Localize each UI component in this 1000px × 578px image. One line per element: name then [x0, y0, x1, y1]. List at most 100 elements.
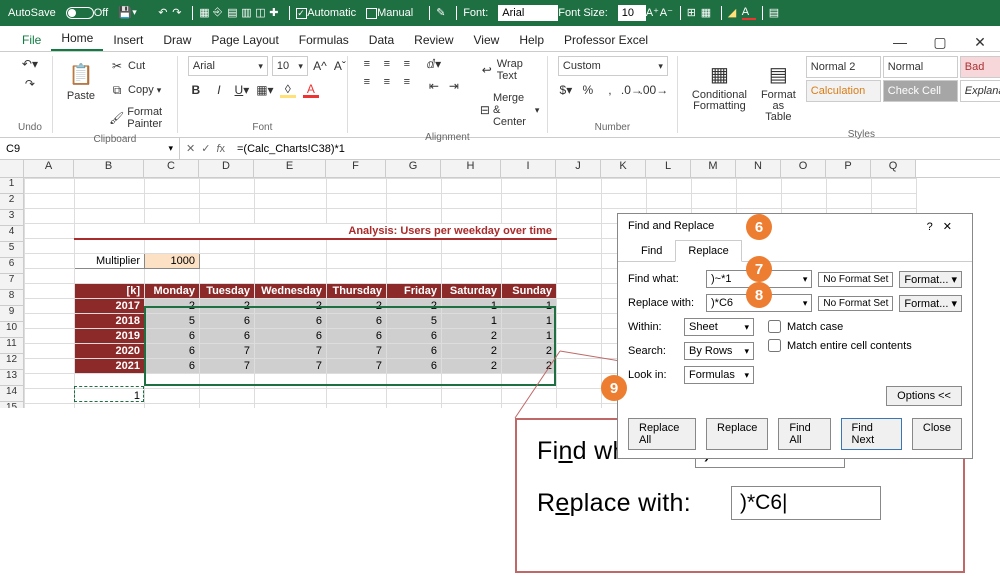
year-cell[interactable]: 2020 — [75, 344, 145, 359]
col-header-D[interactable]: D — [199, 160, 254, 177]
col-header-I[interactable]: I — [501, 160, 556, 177]
fill-color-icon[interactable]: ◢ — [728, 6, 742, 20]
data-cell[interactable]: 1 — [442, 299, 502, 314]
col-header-L[interactable]: L — [646, 160, 691, 177]
data-cell[interactable]: 2 — [442, 329, 502, 344]
stray-cell[interactable]: 1 — [75, 389, 145, 404]
col-header-M[interactable]: M — [691, 160, 736, 177]
search-select[interactable]: By Rows▾ — [684, 342, 754, 360]
match-case-checkbox[interactable] — [768, 320, 781, 333]
year-cell[interactable]: 2018 — [75, 314, 145, 329]
within-select[interactable]: Sheet▾ — [684, 318, 754, 336]
data-cell[interactable]: 5 — [387, 314, 442, 329]
mon-header[interactable]: Monday — [145, 284, 200, 299]
qa-dropdown[interactable] — [132, 6, 146, 20]
dialog-close-icon[interactable]: ✕ — [943, 221, 962, 233]
col-header-N[interactable]: N — [736, 160, 781, 177]
align-center-icon[interactable]: ≡ — [378, 74, 396, 90]
data-cell[interactable]: 6 — [200, 314, 255, 329]
menu-data[interactable]: Data — [359, 29, 404, 51]
data-cell[interactable]: 2 — [327, 299, 387, 314]
row-header-2[interactable]: 2 — [0, 194, 24, 210]
data-cell[interactable]: 6 — [327, 314, 387, 329]
data-cell[interactable]: 6 — [145, 359, 200, 374]
data-cell[interactable]: 2 — [255, 299, 327, 314]
col-header-J[interactable]: J — [556, 160, 601, 177]
data-cell[interactable]: 2 — [442, 359, 502, 374]
sun-header[interactable]: Sunday — [502, 284, 557, 299]
shrink-font-icon[interactable]: A⁻ — [660, 6, 674, 20]
formula-input[interactable]: =(Calc_Charts!C38)*1 — [231, 138, 1000, 159]
tue-header[interactable]: Tuesday — [200, 284, 255, 299]
qat-icon-8[interactable]: ⊞ — [687, 6, 701, 20]
col-header-C[interactable]: C — [144, 160, 199, 177]
qat-icon-2[interactable]: ⎆ — [213, 6, 227, 20]
number-format-select[interactable]: Custom▾ — [558, 56, 668, 76]
style-explanatory[interactable]: Explanat — [960, 80, 1000, 102]
data-cell[interactable]: 1 — [442, 314, 502, 329]
data-cell[interactable]: 1 — [502, 329, 557, 344]
bold-icon[interactable]: B — [188, 82, 204, 98]
cut-button[interactable]: ✂Cut — [105, 56, 167, 76]
decrease-indent-icon[interactable]: ⇤ — [426, 78, 442, 94]
close-button[interactable]: Close — [912, 418, 962, 450]
thu-header[interactable]: Thursday — [327, 284, 387, 299]
enter-formula-icon[interactable]: ✓ — [201, 142, 210, 155]
col-header-F[interactable]: F — [326, 160, 386, 177]
fill-color-icon[interactable]: ◊ — [280, 82, 296, 98]
row-header-7[interactable]: 7 — [0, 274, 24, 290]
k-header[interactable]: [k] — [75, 284, 145, 299]
menu-review[interactable]: Review — [404, 29, 463, 51]
data-cell[interactable]: 7 — [200, 359, 255, 374]
increase-indent-icon[interactable]: ⇥ — [446, 78, 462, 94]
col-header-P[interactable]: P — [826, 160, 871, 177]
automatic-checkbox[interactable] — [296, 8, 307, 19]
row-header-1[interactable]: 1 — [0, 178, 24, 194]
data-cell[interactable]: 2 — [145, 299, 200, 314]
lookin-select[interactable]: Formulas▾ — [684, 366, 754, 384]
style-normal2[interactable]: Normal 2 — [806, 56, 881, 78]
fri-header[interactable]: Friday — [387, 284, 442, 299]
currency-icon[interactable]: $▾ — [558, 82, 574, 98]
underline-icon[interactable]: U▾ — [234, 82, 250, 98]
menu-file[interactable]: File — [12, 29, 51, 51]
qat-icon-5[interactable]: ◫ — [255, 6, 269, 20]
qat-font-name[interactable] — [498, 5, 558, 21]
orientation-icon[interactable]: ⅆ▾ — [426, 56, 442, 72]
italic-icon[interactable]: I — [211, 82, 227, 98]
data-cell[interactable]: 1 — [502, 314, 557, 329]
tab-find[interactable]: Find — [628, 240, 675, 262]
multiplier-label-cell[interactable]: Multiplier — [75, 254, 145, 269]
row-header-14[interactable]: 14 — [0, 386, 24, 402]
data-cell[interactable]: 2 — [442, 344, 502, 359]
grow-font-icon[interactable]: A⁺ — [646, 6, 660, 20]
menu-insert[interactable]: Insert — [103, 29, 153, 51]
data-cell[interactable]: 6 — [327, 329, 387, 344]
col-header-A[interactable]: A — [24, 160, 74, 177]
format-painter-button[interactable]: 🖌Format Painter — [105, 104, 167, 132]
row-header-9[interactable]: 9 — [0, 306, 24, 322]
row-header-4[interactable]: 4 — [0, 226, 24, 242]
data-cell[interactable]: 2 — [502, 359, 557, 374]
row-header-13[interactable]: 13 — [0, 370, 24, 386]
font-name-select[interactable]: Arial▾ — [188, 56, 268, 76]
row-header-10[interactable]: 10 — [0, 322, 24, 338]
wrap-text-button[interactable]: ↩Wrap Text — [476, 56, 544, 84]
find-all-button[interactable]: Find All — [778, 418, 830, 450]
find-format-button[interactable]: Format... ▾ — [899, 271, 962, 288]
qat-font-size[interactable] — [618, 5, 646, 21]
sat-header[interactable]: Saturday — [442, 284, 502, 299]
qat-icon-9[interactable]: ▦ — [701, 6, 715, 20]
year-cell[interactable]: 2021 — [75, 359, 145, 374]
menu-professor-excel[interactable]: Professor Excel — [554, 29, 658, 51]
sheet-title[interactable]: Analysis: Users per weekday over time — [75, 224, 557, 239]
decrease-decimal-icon[interactable]: .00→ — [646, 82, 662, 98]
style-calculation[interactable]: Calculation — [806, 80, 881, 102]
col-header-K[interactable]: K — [601, 160, 646, 177]
col-header-G[interactable]: G — [386, 160, 441, 177]
row-header-12[interactable]: 12 — [0, 354, 24, 370]
col-header-B[interactable]: B — [74, 160, 144, 177]
data-cell[interactable]: 7 — [255, 344, 327, 359]
qat-icon-4[interactable]: ▥ — [241, 6, 255, 20]
data-cell[interactable]: 6 — [387, 359, 442, 374]
